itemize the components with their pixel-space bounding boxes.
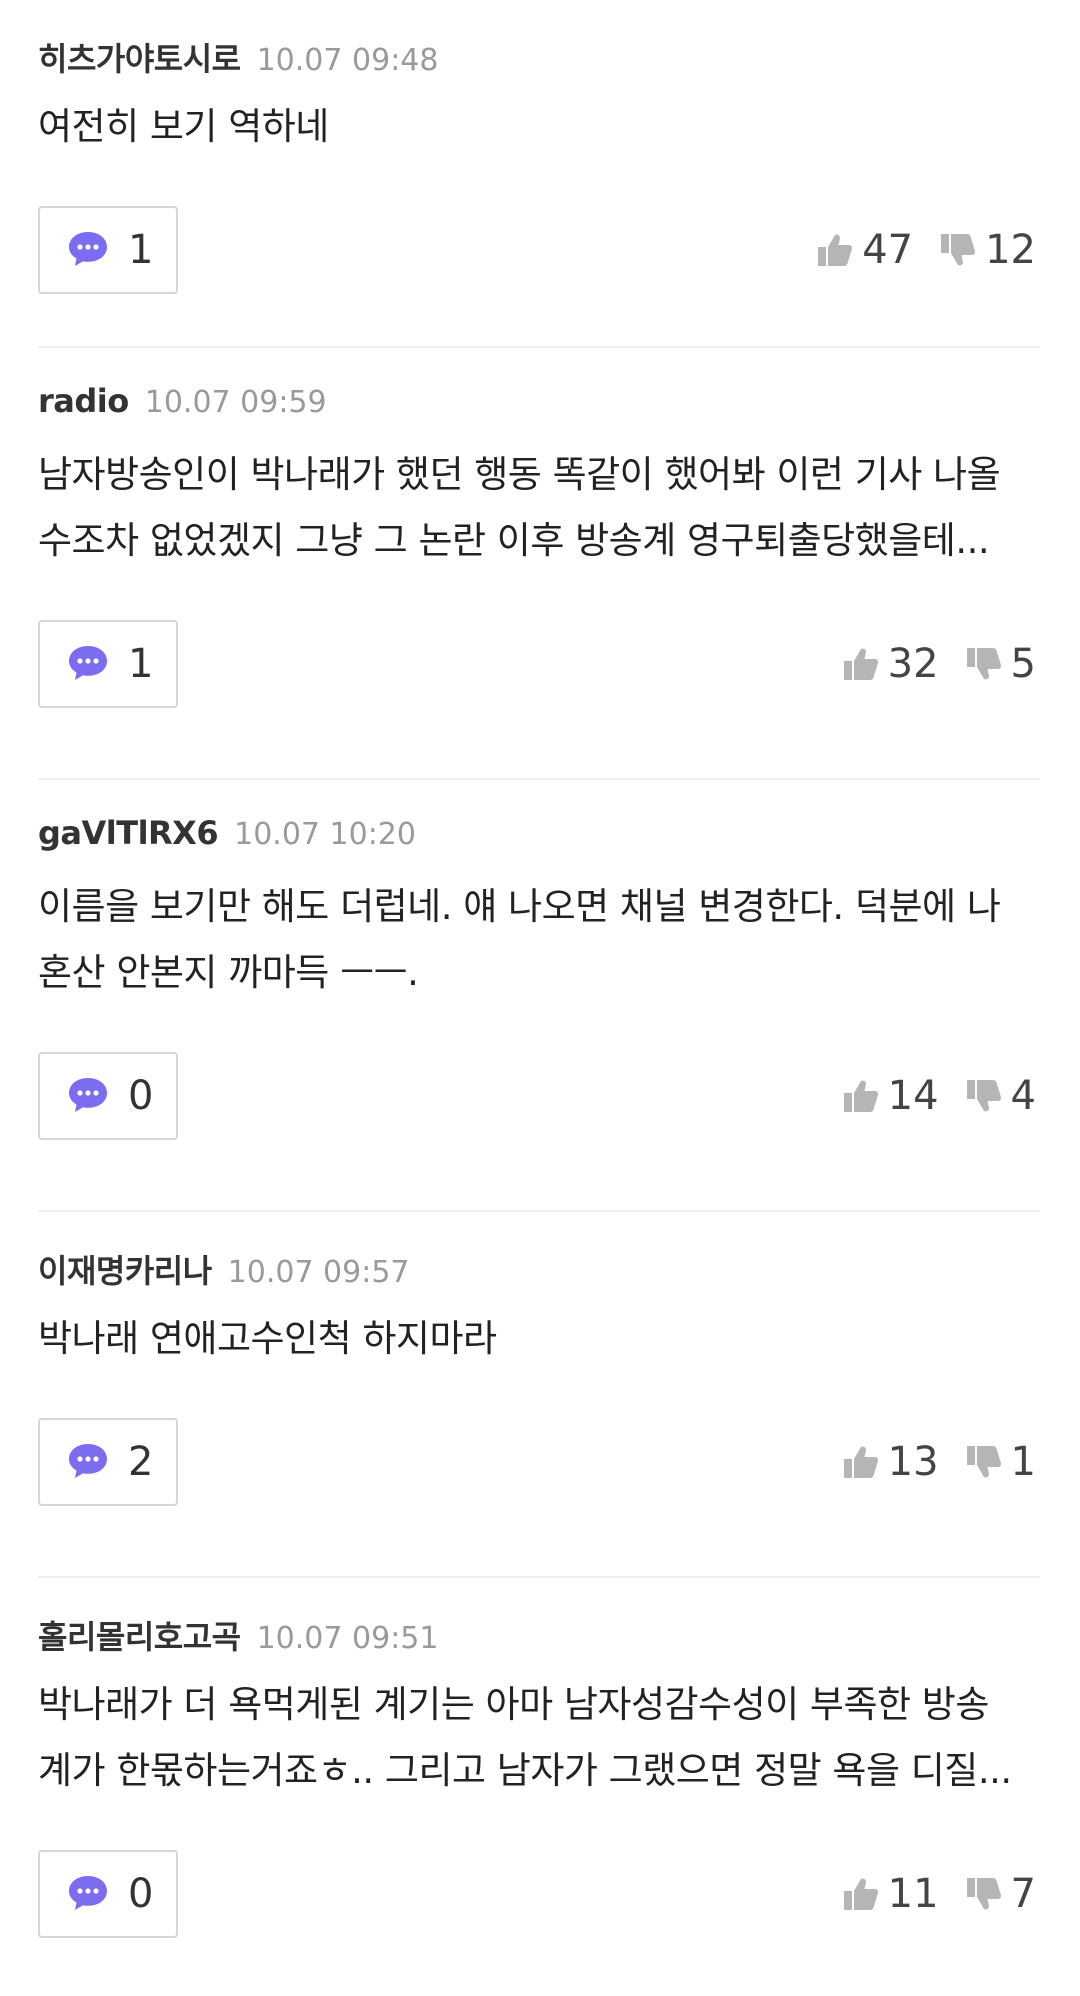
comment-actions: 2 13 1 [38, 1418, 1040, 1558]
comment-body: 이름을 보기만 해도 더럽네. 얘 나오면 채널 변경한다. 덕분에 나 혼산 … [38, 874, 1040, 1006]
comment-body-line: 계가 한몫하는거죠ㅎ.. 그리고 남자가 그랬으면 정말 욕을 디질... [38, 1749, 1012, 1792]
vote-group: 14 4 [842, 1073, 1040, 1119]
like-button[interactable]: 14 [842, 1073, 939, 1119]
vote-group: 47 12 [816, 227, 1040, 273]
vote-group: 32 5 [842, 641, 1040, 687]
speech-bubble-icon [69, 1444, 107, 1478]
dislike-button[interactable]: 1 [965, 1439, 1036, 1485]
dislike-button[interactable]: 5 [965, 641, 1036, 687]
like-button[interactable]: 11 [842, 1871, 939, 1917]
comment-item: gaVlTlRX6 10.07 10:20 이름을 보기만 해도 더럽네. 얘 … [38, 780, 1040, 1212]
dislike-count: 1 [1010, 1439, 1036, 1485]
speech-bubble-icon [69, 232, 107, 266]
comment-meta: 이재명카리나 10.07 09:57 [38, 1212, 1040, 1290]
comment-body-line: 박나래가 더 욕먹게된 계기는 아마 남자성감수성이 부족한 방송 [38, 1683, 989, 1726]
comment-body-line: 혼산 안본지 까마득 ㅡㅡ. [38, 951, 419, 994]
comment-item: 이재명카리나 10.07 09:57 박나래 연애고수인척 하지마라 2 13 … [38, 1212, 1040, 1578]
thumbs-down-icon [966, 1446, 1001, 1478]
comment-author[interactable]: gaVlTlRX6 [38, 814, 219, 852]
dislike-button[interactable]: 4 [965, 1073, 1036, 1119]
comment-body: 남자방송인이 박나래가 했던 행동 똑같이 했어봐 이런 기사 나올 수조차 없… [38, 442, 1040, 574]
like-button[interactable]: 13 [842, 1439, 939, 1485]
like-count: 47 [862, 227, 914, 273]
vote-group: 11 7 [842, 1871, 1040, 1917]
like-button[interactable]: 47 [816, 227, 913, 273]
comment-actions: 0 11 7 [38, 1850, 1040, 1990]
thumbs-up-icon [843, 648, 878, 680]
dislike-button[interactable]: 12 [939, 227, 1036, 273]
comment-actions: 0 14 4 [38, 1052, 1040, 1192]
like-count: 14 [887, 1073, 939, 1119]
vote-group: 13 1 [842, 1439, 1040, 1485]
comment-item: radio 10.07 09:59 남자방송인이 박나래가 했던 행동 똑같이 … [38, 348, 1040, 780]
thumbs-down-icon [966, 1080, 1001, 1112]
comment-body-line: 이름을 보기만 해도 더럽네. 얘 나오면 채널 변경한다. 덕분에 나 [38, 885, 1001, 928]
like-count: 32 [887, 641, 939, 687]
comment-body-line: 수조차 없었겠지 그냥 그 논란 이후 방송계 영구퇴출당했을테... [38, 519, 990, 562]
thumbs-up-icon [843, 1080, 878, 1112]
comment-author[interactable]: 홀리몰리호고곡 [38, 1612, 241, 1658]
comment-actions: 1 32 5 [38, 620, 1040, 760]
reply-count: 0 [128, 1871, 154, 1917]
reply-button[interactable]: 2 [38, 1418, 178, 1506]
comment-body-line: 박나래 연애고수인척 하지마라 [38, 1317, 497, 1360]
comment-timestamp: 10.07 09:57 [227, 1255, 410, 1290]
comment-timestamp: 10.07 09:59 [144, 385, 327, 420]
comment-body: 박나래가 더 욕먹게된 계기는 아마 남자성감수성이 부족한 방송 계가 한몫하… [38, 1672, 1040, 1804]
dislike-button[interactable]: 7 [965, 1871, 1036, 1917]
comment-body: 여전히 보기 역하네 [38, 94, 1040, 160]
like-button[interactable]: 32 [842, 641, 939, 687]
thumbs-up-icon [818, 234, 853, 266]
thumbs-down-icon [941, 234, 976, 266]
reply-button[interactable]: 1 [38, 206, 178, 294]
dislike-count: 4 [1010, 1073, 1036, 1119]
comment-meta: gaVlTlRX6 10.07 10:20 [38, 780, 1040, 852]
comment-timestamp: 10.07 09:48 [256, 43, 439, 78]
dislike-count: 5 [1010, 641, 1036, 687]
comment-body-line: 여전히 보기 역하네 [38, 105, 329, 148]
dislike-count: 12 [985, 227, 1036, 273]
reply-button[interactable]: 0 [38, 1052, 178, 1140]
comment-timestamp: 10.07 10:20 [234, 817, 416, 852]
like-count: 13 [887, 1439, 939, 1485]
comment-body: 박나래 연애고수인척 하지마라 [38, 1306, 1040, 1372]
reply-button[interactable]: 0 [38, 1850, 178, 1938]
reply-count: 1 [128, 227, 154, 273]
thumbs-up-icon [843, 1446, 878, 1478]
speech-bubble-icon [69, 1078, 107, 1112]
comment-meta: 홀리몰리호고곡 10.07 09:51 [38, 1578, 1040, 1656]
comment-item: 홀리몰리호고곡 10.07 09:51 박나래가 더 욕먹게된 계기는 아마 남… [38, 1578, 1040, 1996]
reply-button[interactable]: 1 [38, 620, 178, 708]
comment-timestamp: 10.07 09:51 [256, 1621, 439, 1656]
comment-list: 히츠가야토시로 10.07 09:48 여전히 보기 역하네 1 47 12 r… [0, 0, 1080, 1996]
comment-body-line: 남자방송인이 박나래가 했던 행동 똑같이 했어봐 이런 기사 나올 [38, 453, 1001, 496]
comment-item: 히츠가야토시로 10.07 09:48 여전히 보기 역하네 1 47 12 [38, 0, 1040, 348]
thumbs-down-icon [966, 648, 1001, 680]
dislike-count: 7 [1010, 1871, 1036, 1917]
reply-count: 2 [128, 1439, 154, 1485]
comment-meta: radio 10.07 09:59 [38, 348, 1040, 420]
comment-meta: 히츠가야토시로 10.07 09:48 [38, 0, 1040, 78]
speech-bubble-icon [69, 1876, 107, 1910]
speech-bubble-icon [69, 646, 107, 680]
thumbs-down-icon [966, 1878, 1001, 1910]
reply-count: 0 [128, 1073, 154, 1119]
thumbs-up-icon [843, 1878, 878, 1910]
comment-actions: 1 47 12 [38, 206, 1040, 346]
comment-author[interactable]: 히츠가야토시로 [38, 34, 241, 80]
like-count: 11 [887, 1871, 939, 1917]
comment-author[interactable]: radio [38, 382, 129, 420]
reply-count: 1 [128, 641, 154, 687]
comment-author[interactable]: 이재명카리나 [38, 1246, 212, 1292]
